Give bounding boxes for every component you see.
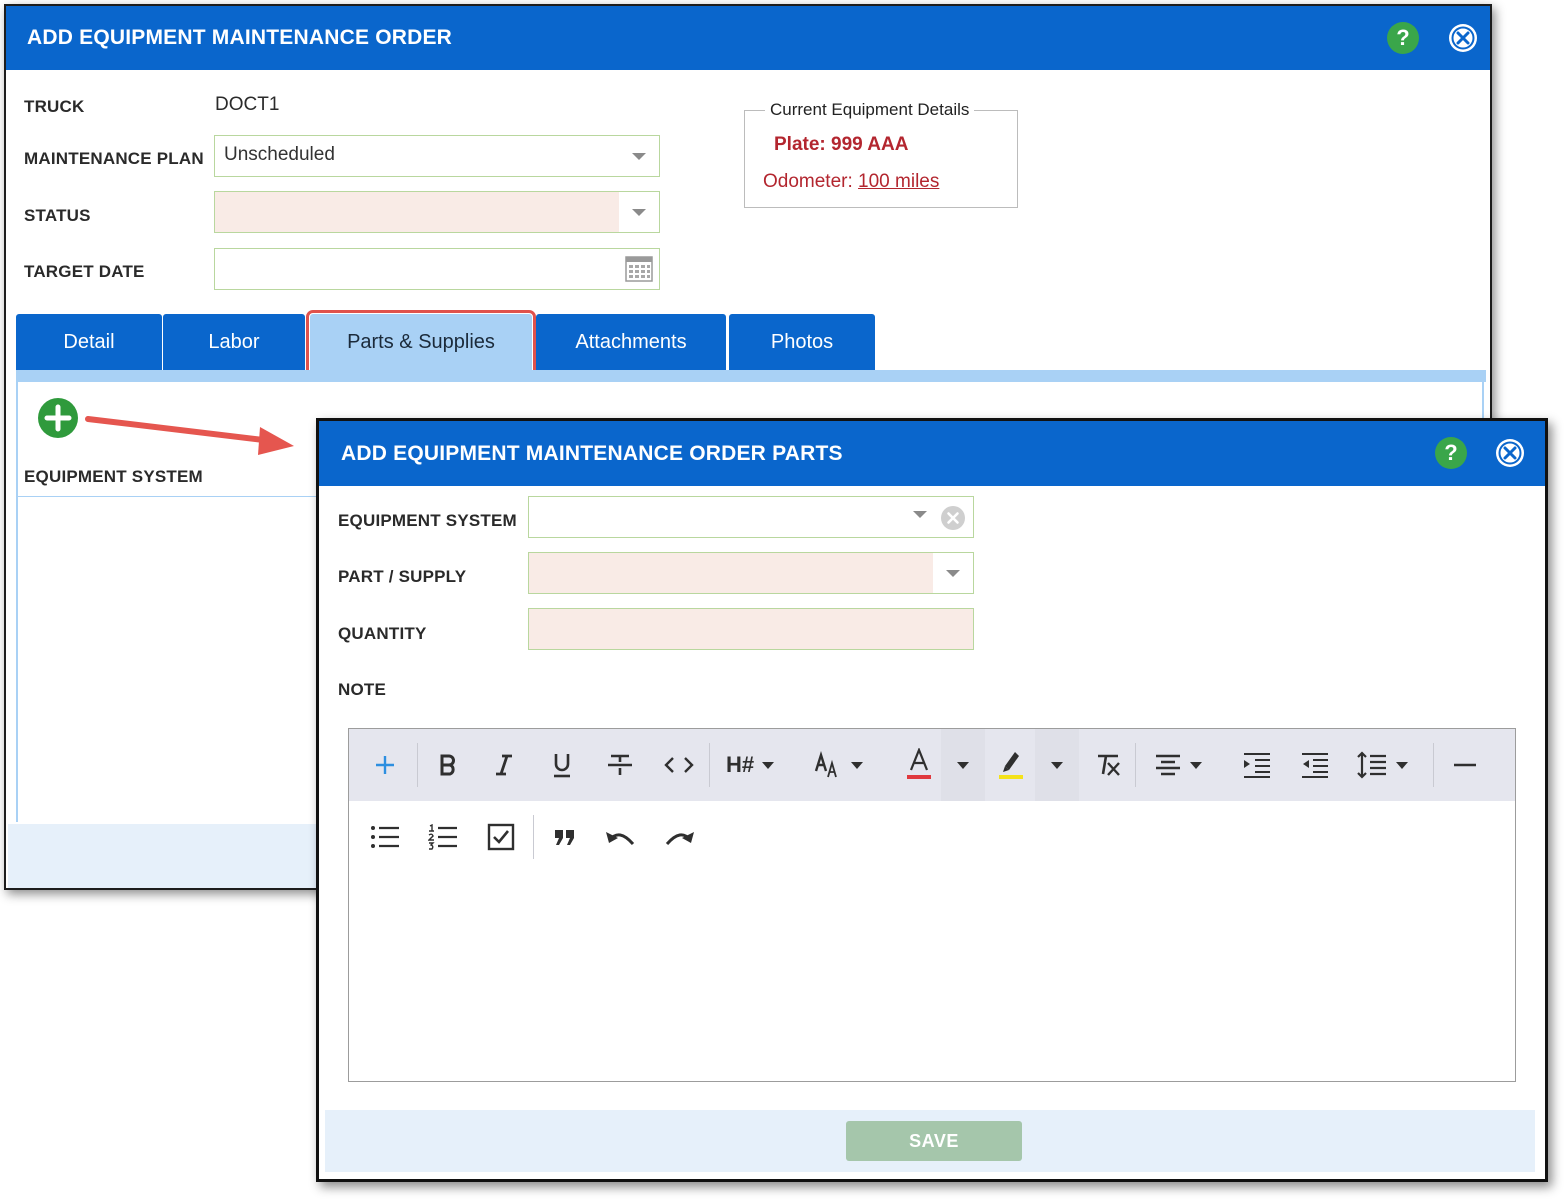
dialog-titlebar: ADD EQUIPMENT MAINTENANCE ORDER ? xyxy=(6,6,1490,70)
dialog-title: ADD EQUIPMENT MAINTENANCE ORDER xyxy=(27,26,453,49)
truck-value: DOCT1 xyxy=(215,94,280,115)
tab-attachments[interactable]: Attachments xyxy=(536,314,726,370)
parts-dialog-titlebar: ADD EQUIPMENT MAINTENANCE ORDER PARTS ? xyxy=(319,421,1545,486)
current-equipment-details: Current Equipment Details Plate: 999 AAA… xyxy=(744,100,1018,208)
maintenance-plan-value: Unscheduled xyxy=(224,144,335,165)
help-icon[interactable]: ? xyxy=(1435,437,1467,469)
numbered-list-icon[interactable] xyxy=(417,801,469,873)
add-icon[interactable] xyxy=(359,729,411,801)
highlight-icon[interactable] xyxy=(989,729,1033,801)
add-part-button[interactable] xyxy=(38,398,78,438)
equipment-system-dropdown[interactable] xyxy=(528,496,974,538)
checklist-icon[interactable] xyxy=(475,801,527,873)
help-icon[interactable]: ? xyxy=(1387,22,1419,54)
heading-icon[interactable]: H# xyxy=(715,729,785,801)
grid-column-equipment-system[interactable]: EQUIPMENT SYSTEM xyxy=(24,467,203,487)
line-height-icon[interactable] xyxy=(1347,729,1417,801)
target-date-label: TARGET DATE xyxy=(24,262,145,281)
status-dropdown[interactable] xyxy=(214,191,660,233)
strikethrough-icon[interactable] xyxy=(595,729,645,801)
annotation-arrow-icon xyxy=(85,416,294,455)
clear-icon[interactable] xyxy=(940,505,966,536)
tab-detail[interactable]: Detail xyxy=(16,314,162,370)
parts-dialog-footer: SAVE xyxy=(325,1110,1535,1172)
redo-icon[interactable] xyxy=(653,801,705,873)
undo-icon[interactable] xyxy=(595,801,647,873)
underline-icon[interactable] xyxy=(537,729,587,801)
part-supply-dropdown[interactable] xyxy=(528,552,974,594)
code-icon[interactable] xyxy=(653,729,705,801)
odometer-label: Odometer: xyxy=(763,171,859,192)
bullet-list-icon[interactable] xyxy=(359,801,411,873)
status-label: STATUS xyxy=(24,206,91,225)
plate-text: Plate: 999 AAA xyxy=(774,134,909,155)
quantity-field[interactable] xyxy=(528,608,974,650)
bold-icon[interactable] xyxy=(423,729,473,801)
calendar-icon[interactable] xyxy=(619,249,659,289)
blockquote-icon[interactable] xyxy=(539,801,591,873)
truck-label: TRUCK xyxy=(24,97,85,116)
chevron-down-icon[interactable] xyxy=(619,136,659,176)
tab-labor[interactable]: Labor xyxy=(163,314,305,370)
font-size-icon[interactable] xyxy=(803,729,873,801)
odometer-text: Odometer: 100 miles xyxy=(763,171,939,193)
tab-photos[interactable]: Photos xyxy=(729,314,875,370)
quantity-label: QUANTITY xyxy=(338,624,427,643)
chevron-down-icon[interactable] xyxy=(933,553,973,593)
part-supply-label: PART / SUPPLY xyxy=(338,567,467,586)
odometer-link[interactable]: 100 miles xyxy=(858,171,939,192)
chevron-down-icon[interactable] xyxy=(619,192,659,232)
equipment-details-legend: Current Equipment Details xyxy=(765,100,975,120)
tab-strip xyxy=(16,370,1486,382)
note-label: NOTE xyxy=(338,680,387,699)
clear-format-icon[interactable] xyxy=(1083,729,1133,801)
editor-toolbar-row2 xyxy=(349,801,1515,873)
horizontal-rule-icon[interactable] xyxy=(1439,729,1491,801)
italic-icon[interactable] xyxy=(479,729,529,801)
align-center-icon[interactable] xyxy=(1141,729,1215,801)
font-color-dropdown[interactable] xyxy=(941,729,985,801)
close-icon[interactable] xyxy=(1496,439,1524,467)
maintenance-plan-label: MAINTENANCE PLAN xyxy=(24,149,204,168)
note-editor[interactable]: H# xyxy=(348,728,1516,1082)
parts-dialog: ADD EQUIPMENT MAINTENANCE ORDER PARTS ? … xyxy=(316,418,1548,1182)
chevron-down-icon[interactable] xyxy=(913,511,927,518)
editor-toolbar-row1: H# xyxy=(349,729,1515,801)
font-color-icon[interactable] xyxy=(897,729,941,801)
highlight-dropdown[interactable] xyxy=(1035,729,1079,801)
maintenance-plan-dropdown[interactable]: Unscheduled xyxy=(214,135,660,177)
plus-icon xyxy=(39,399,77,437)
close-icon[interactable] xyxy=(1449,24,1477,52)
target-date-field[interactable] xyxy=(214,248,660,290)
tab-parts-supplies[interactable]: Parts & Supplies xyxy=(306,310,536,374)
outdent-icon[interactable] xyxy=(1289,729,1341,801)
save-button[interactable]: SAVE xyxy=(846,1121,1022,1161)
equipment-system-label: EQUIPMENT SYSTEM xyxy=(338,511,517,530)
parts-dialog-title: ADD EQUIPMENT MAINTENANCE ORDER PARTS xyxy=(341,442,843,465)
indent-icon[interactable] xyxy=(1231,729,1283,801)
